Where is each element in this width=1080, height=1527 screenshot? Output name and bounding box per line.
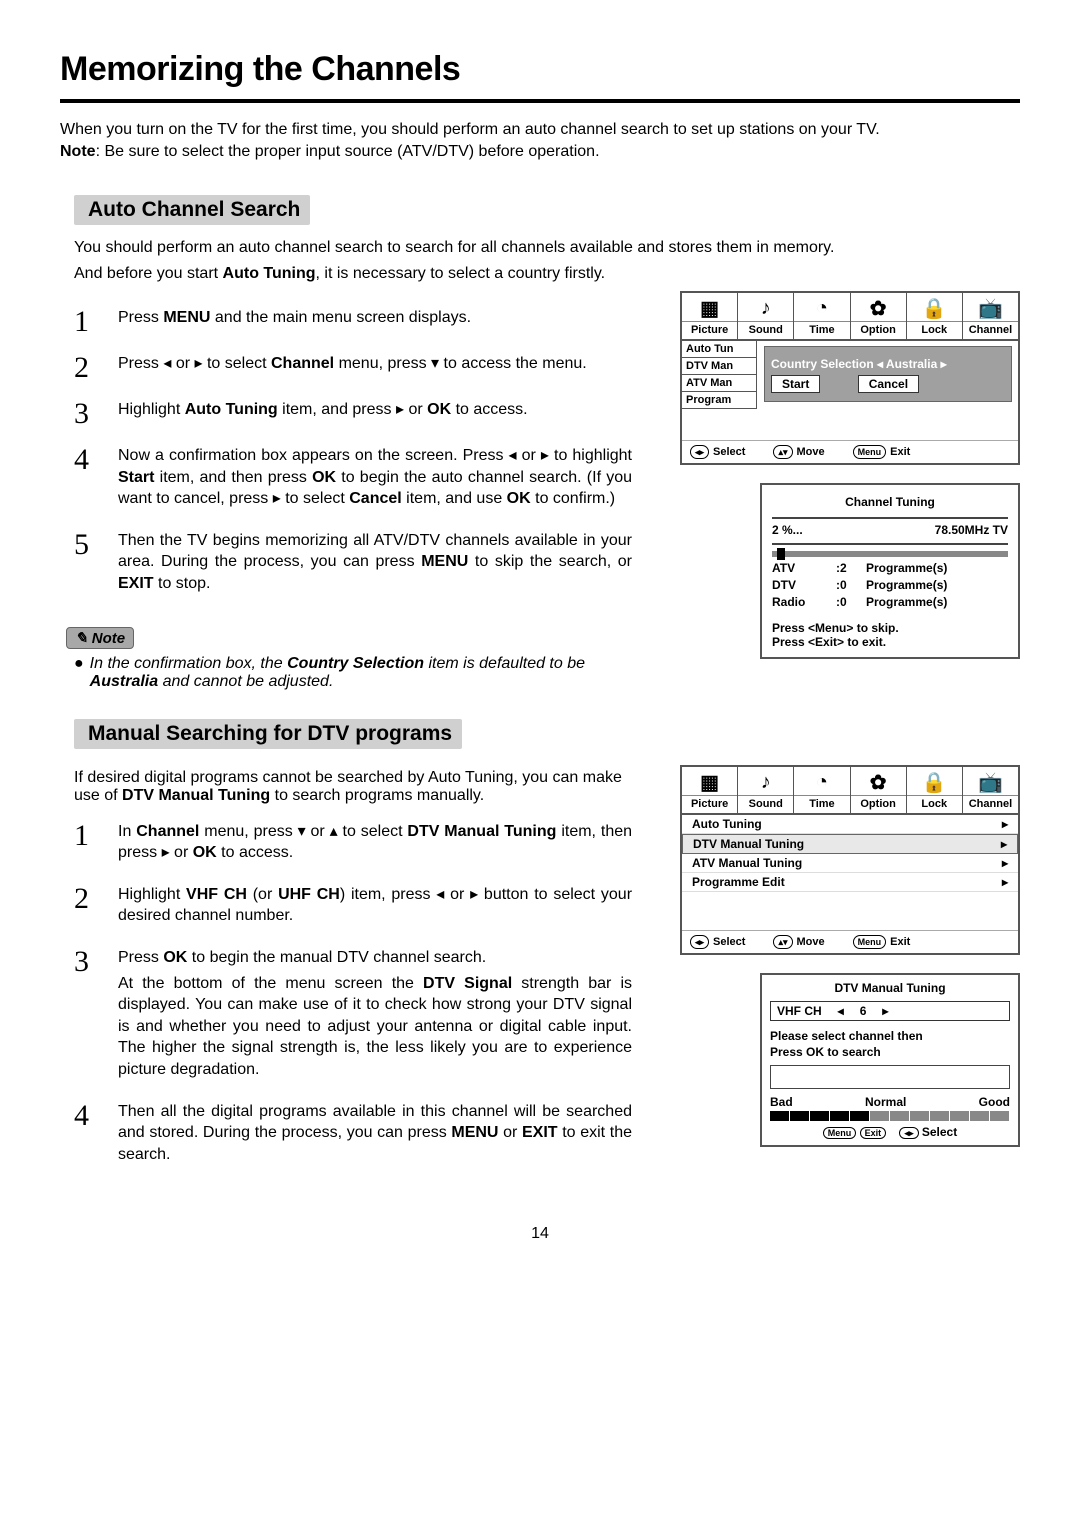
sound-icon: ♪ — [738, 296, 793, 322]
tuning-hint-exit: Press <Exit> to exit. — [772, 635, 1008, 649]
time-icon: ◔ — [794, 296, 849, 322]
channel-tuning-figure: Channel Tuning 2 %... 78.50MHz TV ATV:2P… — [760, 483, 1020, 659]
auto-step-5: 5 Then the TV begins memorizing all ATV/… — [74, 530, 646, 599]
note-prefix: Note — [60, 143, 96, 160]
picture-icon: ▦ — [682, 296, 737, 322]
auto-step-4: 4 Now a confirmation box appears on the … — [74, 445, 646, 514]
page-number: 14 — [60, 1225, 1020, 1243]
auto-heading: Auto Channel Search — [74, 195, 310, 225]
chevron-left-icon: ◂ — [838, 1004, 844, 1018]
dtv-title: DTV Manual Tuning — [770, 977, 1010, 1001]
dtv-instruction-2: Press OK to search — [770, 1045, 1010, 1059]
chevron-right-icon: ▸ — [882, 1004, 888, 1018]
tuning-title: Channel Tuning — [772, 491, 1008, 519]
option-icon: ✿ — [851, 296, 906, 322]
manual-step-3: 3 Press OK to begin the manual DTV chann… — [74, 947, 646, 1085]
note-pill: ✎ Note — [66, 627, 134, 649]
title-rule — [60, 99, 1020, 103]
intro-text: When you turn on the TV for the first ti… — [60, 121, 1020, 139]
tuning-percent: 2 %... — [772, 523, 803, 537]
step-number: 1 — [74, 307, 118, 337]
time-icon: ◔ — [794, 770, 849, 796]
tab-channel: 📺Channel — [963, 293, 1018, 339]
tuning-frequency: 78.50MHz TV — [935, 523, 1008, 537]
list-atv-manual: ATV Manual Tuning▸ — [682, 854, 1018, 873]
tuning-progress-bar — [772, 551, 1008, 557]
picture-icon: ▦ — [682, 770, 737, 796]
list-programme-edit: Programme Edit▸ — [682, 873, 1018, 892]
page-title: Memorizing the Channels — [60, 50, 1020, 89]
side-auto-tun: Auto Tun — [681, 340, 757, 358]
side-dtv-man: DTV Man — [681, 357, 757, 375]
tab-time: ◔Time — [794, 293, 850, 339]
dtv-instruction-1: Please select channel then — [770, 1029, 1010, 1043]
signal-normal: Normal — [865, 1095, 906, 1109]
signal-bad: Bad — [770, 1095, 793, 1109]
tab-option: ✿Option — [851, 293, 907, 339]
dtv-channel-value: 6 — [860, 1004, 867, 1018]
manual-step-4: 4 Then all the digital programs availabl… — [74, 1101, 646, 1170]
side-atv-man: ATV Man — [681, 374, 757, 392]
auto-line1: You should perform an auto channel searc… — [74, 239, 1006, 257]
auto-note-body: ● In the confirmation box, the Country S… — [74, 655, 646, 691]
auto-step-3: 3 Highlight Auto Tuning item, and press … — [74, 399, 646, 429]
tuning-hint-skip: Press <Menu> to skip. — [772, 621, 1008, 635]
option-icon: ✿ — [851, 770, 906, 796]
channel-icon: 📺 — [963, 296, 1018, 322]
cancel-button: Cancel — [858, 375, 919, 393]
start-button: Start — [771, 375, 820, 393]
tab-lock: 🔒Lock — [907, 293, 963, 339]
country-selection: Country Selection ◂ Australia ▸ — [771, 357, 1005, 371]
manual-heading: Manual Searching for DTV programs — [74, 719, 462, 749]
channel-icon: 📺 — [963, 770, 1018, 796]
auto-step-2: 2 Press ◂ or ▸ to select Channel menu, p… — [74, 353, 646, 383]
signal-meter — [770, 1111, 1010, 1121]
manual-step-1: 1 In Channel menu, press ▾ or ▴ to selec… — [74, 821, 646, 868]
manual-step-2: 2 Highlight VHF CH (or UHF CH) item, pre… — [74, 884, 646, 931]
list-auto-tuning: Auto Tuning▸ — [682, 815, 1018, 834]
tab-picture: ▦Picture — [682, 293, 738, 339]
manual-para: If desired digital programs cannot be se… — [74, 769, 646, 805]
tab-sound: ♪Sound — [738, 293, 794, 339]
side-program: Program — [681, 391, 757, 409]
dtv-manual-figure: DTV Manual Tuning VHF CH ◂ 6 ▸ Please se… — [760, 973, 1020, 1147]
lock-icon: 🔒 — [907, 770, 962, 796]
dtv-channel-row: VHF CH ◂ 6 ▸ — [770, 1001, 1010, 1021]
auto-line2: And before you start Auto Tuning, it is … — [74, 265, 1006, 283]
auto-step-1: 1 Press MENU and the main menu screen di… — [74, 307, 646, 337]
signal-good: Good — [979, 1095, 1010, 1109]
note-line: Note: Be sure to select the proper input… — [60, 143, 1020, 161]
osd-confirmation-figure: ▦Picture ♪Sound ◔Time ✿Option 🔒Lock 📺Cha… — [680, 291, 1020, 465]
sound-icon: ♪ — [738, 770, 793, 796]
list-dtv-manual: DTV Manual Tuning▸ — [682, 834, 1018, 854]
confirmation-popup: Country Selection ◂ Australia ▸ Start Ca… — [764, 346, 1012, 402]
note-rest: : Be sure to select the proper input sou… — [96, 143, 600, 160]
osd-channel-list-figure: ▦Picture ♪Sound ◔Time ✿Option 🔒Lock 📺Cha… — [680, 765, 1020, 955]
lock-icon: 🔒 — [907, 296, 962, 322]
